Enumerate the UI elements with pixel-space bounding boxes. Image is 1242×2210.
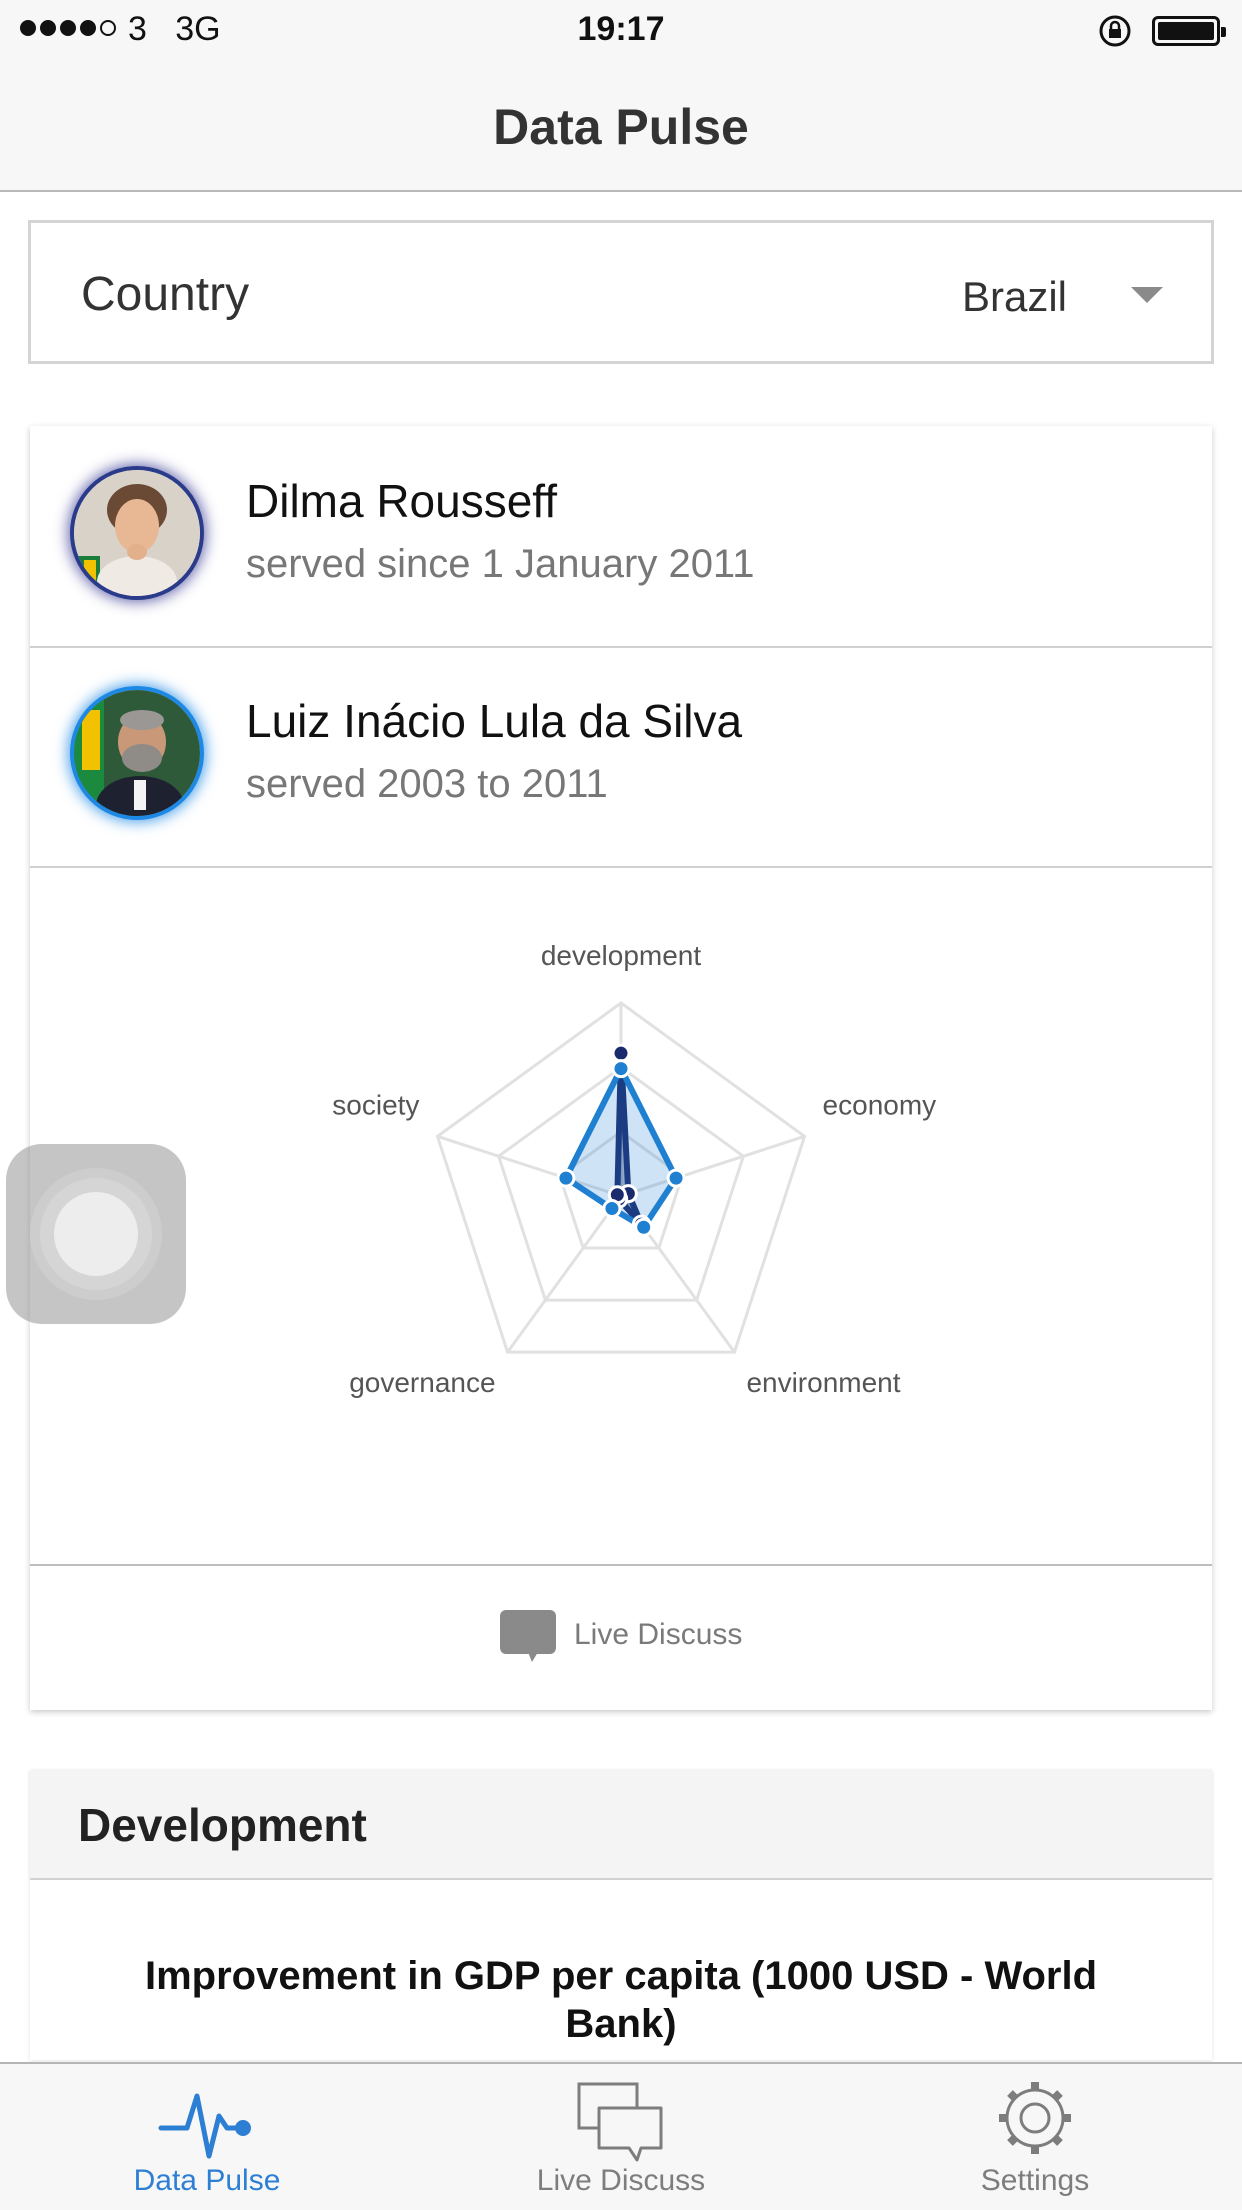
tab-label: Live Discuss [536, 2164, 706, 2197]
live-discuss-label: Live Discuss [574, 1618, 743, 1651]
rotation-lock-icon [1099, 15, 1131, 47]
radar-axis-label: economy [823, 1089, 937, 1120]
avatar [74, 470, 200, 596]
battery-icon [1152, 16, 1226, 46]
tab-data-pulse[interactable]: Data Pulse [0, 2064, 414, 2210]
radar-point [666, 1168, 686, 1188]
avatar [74, 690, 200, 816]
metric-panel: Improvement in GDP per capita (1000 USD … [30, 1880, 1212, 2060]
pulse-icon [158, 2093, 251, 2159]
section-header: Development [30, 1770, 1212, 1880]
tab-label: Data Pulse [133, 2164, 281, 2197]
tab-bar: Data Pulse Live Discuss Settings [0, 2062, 1242, 2210]
leader-term: served since 1 January 2011 [246, 542, 755, 586]
status-bar: 3 3G 19:17 [0, 0, 1242, 62]
country-label: Country [81, 268, 250, 321]
chevron-down-icon [1131, 287, 1163, 303]
radar-point [602, 1198, 622, 1218]
metric-title: Improvement in GDP per capita (1000 USD … [144, 1954, 1098, 2046]
radar-point [634, 1217, 654, 1237]
section-title: Development [78, 1799, 367, 1851]
tab-label: Settings [980, 2164, 1090, 2197]
live-discuss-button[interactable]: Live Discuss [30, 1566, 1212, 1710]
tab-settings[interactable]: Settings [828, 2064, 1242, 2210]
leaders-card: Dilma Rousseff served since 1 January 20… [30, 426, 1212, 1710]
leader-row[interactable]: Luiz Inácio Lula da Silva served 2003 to… [30, 646, 1212, 868]
leader-row[interactable]: Dilma Rousseff served since 1 January 20… [30, 426, 1212, 648]
radar-chart: development economy environment governance s… [30, 866, 1212, 1566]
tab-live-discuss[interactable]: Live Discuss [414, 2064, 828, 2210]
radar-axis-label: development [541, 940, 702, 971]
country-selector[interactable]: Country Brazil [28, 220, 1214, 364]
leader-name: Luiz Inácio Lula da Silva [246, 695, 743, 747]
gear-icon [999, 2082, 1071, 2154]
radar-point [556, 1168, 576, 1188]
top-bar: 3 3G 19:17 Data Pulse [0, 0, 1242, 192]
country-value: Brazil [961, 273, 1067, 320]
radar-chart-svg: development economy environment governance s… [332, 940, 937, 1398]
radar-axis-label: governance [349, 1367, 495, 1398]
leader-name: Dilma Rousseff [246, 475, 558, 527]
assistive-touch-button[interactable] [6, 1144, 186, 1324]
chat-bubbles-icon [577, 2082, 663, 2162]
page-title: Data Pulse [493, 99, 749, 155]
radar-spoke [506, 1195, 623, 1354]
radar-axis-label: environment [746, 1367, 900, 1398]
leader-term: served 2003 to 2011 [246, 762, 608, 806]
radar-point [611, 1059, 631, 1079]
status-time: 19:17 [577, 10, 665, 48]
radar-axis-label: society [332, 1089, 419, 1120]
chat-bubble-icon [500, 1610, 556, 1662]
radar-point [611, 1043, 631, 1063]
